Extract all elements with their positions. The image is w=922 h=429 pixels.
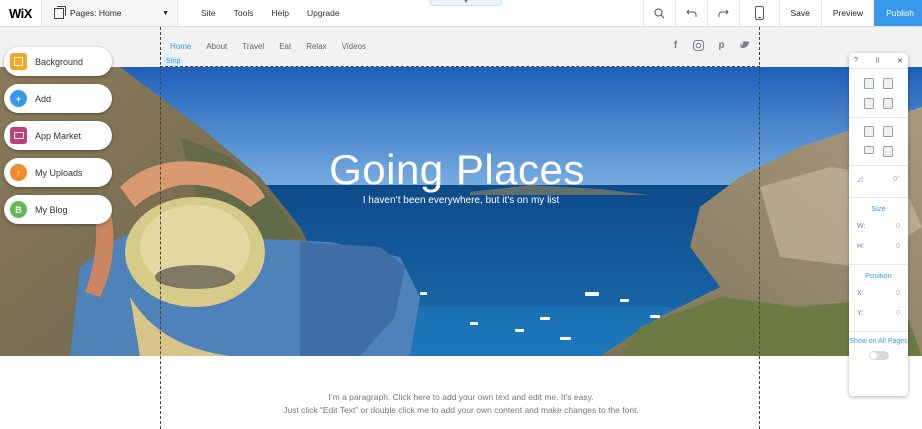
drag-handle-icon[interactable]: ⠿ xyxy=(875,57,880,65)
add-label: Add xyxy=(35,93,52,104)
my-blog-button[interactable]: B My Blog xyxy=(4,195,112,224)
height-label: H: xyxy=(857,242,864,250)
pages-dropdown[interactable]: Pages: Home ▼ xyxy=(42,0,178,26)
facebook-icon[interactable]: f xyxy=(670,40,681,51)
delete-icon[interactable] xyxy=(883,98,894,109)
save-button[interactable]: Save xyxy=(778,0,821,26)
twitter-icon[interactable] xyxy=(739,40,750,51)
my-uploads-label: My Uploads xyxy=(35,167,83,178)
main-menu: Site Tools Help Upgrade xyxy=(178,0,349,26)
site-nav-travel[interactable]: Travel xyxy=(242,42,264,51)
duplicate-icon[interactable] xyxy=(863,98,874,109)
width-value[interactable]: 0 xyxy=(896,223,900,230)
close-icon[interactable]: ✕ xyxy=(897,57,903,65)
menu-tools[interactable]: Tools xyxy=(225,8,263,18)
site-nav-about[interactable]: About xyxy=(206,42,227,51)
distribute-icon[interactable] xyxy=(883,146,894,157)
hero-title[interactable]: Going Places xyxy=(0,146,922,194)
menu-help[interactable]: Help xyxy=(263,8,298,18)
my-blog-label: My Blog xyxy=(35,204,68,215)
y-label: Y: xyxy=(857,309,864,317)
left-panel: Background + Add App Market ↑ My Uploads… xyxy=(4,47,112,224)
paragraph-line-2: Just click “Edit Text” or double click m… xyxy=(283,405,639,415)
inspector-arrange xyxy=(849,118,908,157)
pinterest-icon[interactable]: p xyxy=(716,40,727,51)
toolbar-drag-handle[interactable]: ▾ xyxy=(430,0,502,6)
zoom-icon[interactable] xyxy=(642,0,675,26)
paragraph-line-1: I’m a paragraph. Click here to add your … xyxy=(328,392,594,402)
add-button[interactable]: + Add xyxy=(4,84,112,113)
rotation-row[interactable]: ◿ 0° xyxy=(849,169,908,189)
background-label: Background xyxy=(35,56,84,67)
site-nav-relax[interactable]: Relax xyxy=(306,42,326,51)
menu-site[interactable]: Site xyxy=(192,8,225,18)
align-icon[interactable] xyxy=(863,146,874,154)
hero-subtitle[interactable]: I haven’t been everywhere, but it’s on m… xyxy=(0,195,922,206)
x-value[interactable]: 0 xyxy=(896,290,900,297)
help-icon[interactable]: ? xyxy=(854,57,858,64)
publish-button[interactable]: Publish xyxy=(874,0,922,26)
hero-strip[interactable]: Going Places I haven’t been everywhere, … xyxy=(0,67,922,356)
show-on-all-pages-toggle[interactable] xyxy=(868,351,889,360)
x-row[interactable]: X: 0 xyxy=(849,283,908,303)
guide-left xyxy=(160,27,161,429)
arrange-icon[interactable] xyxy=(863,126,874,137)
paste-icon[interactable] xyxy=(883,78,894,89)
group-icon[interactable] xyxy=(883,126,894,137)
wix-editor: WiX Pages: Home ▼ Site Tools Help Upgrad… xyxy=(0,0,922,429)
site-header xyxy=(0,27,922,67)
y-row[interactable]: Y: 0 xyxy=(849,303,908,323)
mobile-icon[interactable] xyxy=(738,0,779,26)
y-value[interactable]: 0 xyxy=(896,310,900,317)
site-nav-videos[interactable]: Videos xyxy=(342,42,366,51)
background-button[interactable]: Background xyxy=(4,47,112,76)
hero-image xyxy=(0,67,922,356)
app-market-button[interactable]: App Market xyxy=(4,121,112,150)
rotation-value: 0° xyxy=(893,175,900,183)
show-on-all-pages-label: Show on All Pages xyxy=(849,338,908,345)
chevron-down-icon: ▼ xyxy=(162,9,169,17)
app-market-icon xyxy=(10,127,27,144)
inspector-panel: ? ⠿ ✕ ◿ 0° Size W: 0 H: 0 Position X: 0 … xyxy=(849,53,908,396)
width-label: W: xyxy=(857,222,866,230)
size-title: Size xyxy=(871,204,886,213)
background-icon xyxy=(10,53,27,70)
app-market-label: App Market xyxy=(35,130,82,141)
x-label: X: xyxy=(857,289,864,297)
inspector-actions xyxy=(849,69,908,109)
add-icon: + xyxy=(10,90,27,107)
blog-icon: B xyxy=(10,201,27,218)
height-value[interactable]: 0 xyxy=(896,243,900,250)
site-nav-eat[interactable]: Eat xyxy=(279,42,291,51)
social-bar: f p xyxy=(670,40,750,51)
upload-icon: ↑ xyxy=(10,164,27,181)
my-uploads-button[interactable]: ↑ My Uploads xyxy=(4,158,112,187)
inspector-header[interactable]: ? ⠿ ✕ xyxy=(849,53,908,69)
copy-icon[interactable] xyxy=(863,78,874,89)
width-row[interactable]: W: 0 xyxy=(849,216,908,236)
site-nav-home[interactable]: Home xyxy=(170,42,191,51)
paragraph-text[interactable]: I’m a paragraph. Click here to add your … xyxy=(0,391,922,417)
height-row[interactable]: H: 0 xyxy=(849,236,908,256)
strip-label: Strip xyxy=(163,57,184,66)
site-nav: Home About Travel Eat Relax Videos xyxy=(170,42,366,51)
guide-top xyxy=(160,66,760,67)
preview-button[interactable]: Preview xyxy=(820,0,874,26)
position-title: Position xyxy=(865,271,892,280)
instagram-icon[interactable] xyxy=(693,40,704,51)
wix-logo[interactable]: WiX xyxy=(0,0,42,26)
pages-dropdown-label: Pages: Home xyxy=(70,8,122,18)
guide-right xyxy=(759,27,760,429)
redo-icon[interactable] xyxy=(706,0,739,26)
pages-icon xyxy=(54,5,66,19)
menu-upgrade[interactable]: Upgrade xyxy=(298,8,349,18)
undo-icon[interactable] xyxy=(674,0,707,26)
rotate-icon: ◿ xyxy=(857,176,863,183)
